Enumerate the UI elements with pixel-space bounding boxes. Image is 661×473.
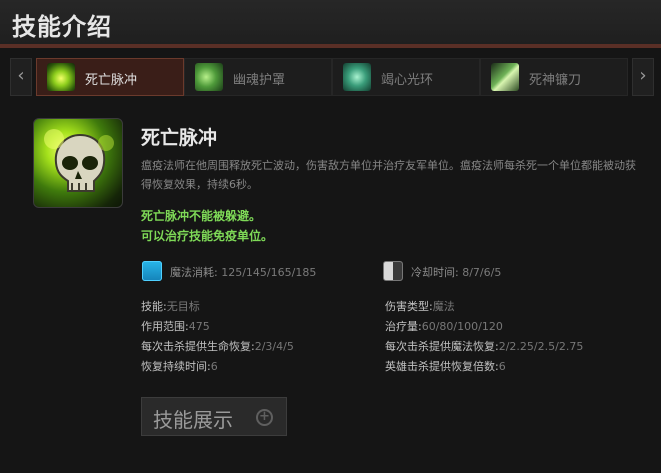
chevron-left-icon: ‹ <box>17 65 25 86</box>
attribute-row: 每次击杀提供魔法恢复:2/2.25/2.5/2.75 <box>385 338 583 354</box>
heartstopper-aura-icon <box>343 63 371 91</box>
death-pulse-skull-icon <box>47 63 75 91</box>
attribute-label: 每次击杀提供生命恢复: <box>141 340 255 353</box>
skill-name: 死亡脉冲 <box>141 127 218 149</box>
tab-prev-button[interactable]: ‹ <box>10 58 32 96</box>
skill-tab-bar: ‹ 死亡脉冲 幽魂护罩 竭心光环 死神镰刀 › <box>10 58 656 96</box>
cooldown: 冷却时间: 8/7/6/5 <box>411 264 501 280</box>
attribute-row: 恢复持续时间:6 <box>141 358 218 374</box>
skill-demo-button[interactable]: 技能展示 + <box>141 397 287 436</box>
cooldown-value: 8/7/6/5 <box>462 266 502 279</box>
plus-circle-icon: + <box>256 409 273 426</box>
skill-note: 可以治疗技能免疫单位。 <box>141 229 274 243</box>
attribute-row: 每次击杀提供生命恢复:2/3/4/5 <box>141 338 294 354</box>
cooldown-icon <box>383 261 403 281</box>
attribute-label: 伤害类型: <box>385 300 433 313</box>
attribute-label: 英雄击杀提供恢复倍数: <box>385 360 499 373</box>
attribute-label: 恢复持续时间: <box>141 360 211 373</box>
tab-label: 竭心光环 <box>381 73 434 88</box>
mana-cost-label: 魔法消耗: <box>170 266 218 279</box>
attribute-value: 2/3/4/5 <box>254 340 294 353</box>
attribute-value: 6 <box>210 360 218 373</box>
tab-label: 死神镰刀 <box>529 73 582 88</box>
attribute-label: 治疗量: <box>385 320 422 333</box>
tab-death-pulse[interactable]: 死亡脉冲 <box>36 58 184 96</box>
attribute-value: 无目标 <box>166 300 200 313</box>
page-header: 技能介绍 <box>0 0 661 44</box>
tab-ghost-shroud[interactable]: 幽魂护罩 <box>184 58 332 96</box>
skill-demo-label: 技能展示 <box>153 408 233 432</box>
chevron-right-icon: › <box>639 65 647 86</box>
attribute-label: 每次击杀提供魔法恢复: <box>385 340 499 353</box>
attribute-value: 60/80/100/120 <box>421 320 503 333</box>
mana-cost-value: 125/145/165/185 <box>221 266 317 279</box>
attribute-value: 475 <box>188 320 210 333</box>
attribute-row: 英雄击杀提供恢复倍数:6 <box>385 358 506 374</box>
attribute-row: 伤害类型:魔法 <box>385 298 455 314</box>
mana-icon <box>142 261 162 281</box>
attribute-label: 作用范围: <box>141 320 189 333</box>
header-divider <box>0 44 661 48</box>
tab-heartstopper-aura[interactable]: 竭心光环 <box>332 58 480 96</box>
tab-label: 死亡脉冲 <box>85 73 138 88</box>
mana-cost: 魔法消耗: 125/145/165/185 <box>170 264 316 280</box>
attribute-row: 治疗量:60/80/100/120 <box>385 318 503 334</box>
reapers-scythe-icon <box>491 63 519 91</box>
page-title: 技能介绍 <box>12 13 112 41</box>
tab-label: 幽魂护罩 <box>233 73 286 88</box>
skill-description: 瘟疫法师在他周围释放死亡波动，伤害敌方单位并治疗友军单位。瘟疫法师每杀死一个单位… <box>141 159 636 191</box>
attribute-label: 技能: <box>141 300 167 313</box>
attribute-value: 魔法 <box>432 300 455 313</box>
death-pulse-skull-icon <box>33 118 123 208</box>
tab-reapers-scythe[interactable]: 死神镰刀 <box>480 58 628 96</box>
attribute-row: 技能:无目标 <box>141 298 200 314</box>
attribute-value: 2/2.25/2.5/2.75 <box>498 340 584 353</box>
tab-next-button[interactable]: › <box>632 58 654 96</box>
attribute-row: 作用范围:475 <box>141 318 210 334</box>
skill-note: 死亡脉冲不能被躲避。 <box>141 209 262 223</box>
attribute-value: 6 <box>498 360 506 373</box>
cooldown-label: 冷却时间: <box>411 266 459 279</box>
ghost-shroud-icon <box>195 63 223 91</box>
